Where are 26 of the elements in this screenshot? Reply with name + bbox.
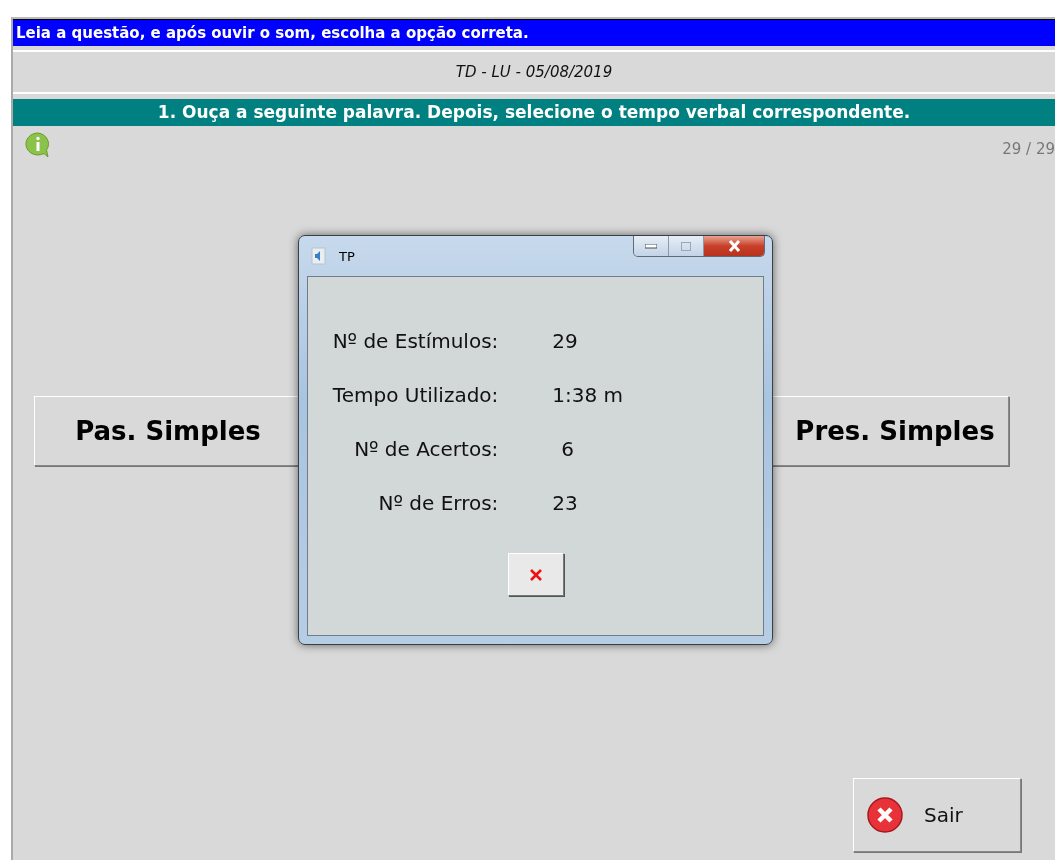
- stat-label: Nº de Erros:: [377, 491, 499, 515]
- stat-value: 23: [551, 491, 579, 515]
- stat-value: 29: [551, 329, 579, 353]
- session-label: TD - LU - 05/08/2019: [455, 63, 613, 81]
- maximize-button[interactable]: [669, 236, 704, 256]
- close-icon: [727, 240, 741, 252]
- stat-value: 6: [560, 437, 576, 461]
- close-button[interactable]: [704, 236, 764, 256]
- question-bar: 1. Ouça a seguinte palavra. Depois, selecione o tempo verbal correspondente.: [13, 99, 1055, 126]
- info-icon: [25, 132, 51, 158]
- stat-label: Nº de Acertos:: [353, 437, 499, 461]
- minimize-icon: [645, 243, 657, 249]
- question-counter: 29 / 29: [1002, 140, 1055, 158]
- answer-option[interactable]: Pres. Simples: [771, 396, 1009, 466]
- exit-button[interactable]: Sair: [853, 778, 1021, 852]
- close-icon: [528, 567, 543, 582]
- close-button[interactable]: [507, 553, 564, 596]
- window-title: TP: [339, 248, 355, 264]
- stat-label: Nº de Estímulos:: [332, 329, 499, 353]
- close-icon: [866, 796, 904, 834]
- stat-label: Tempo Utilizado:: [332, 383, 499, 407]
- stat-value: 1:38 m: [551, 383, 625, 407]
- instruction-bar: Leia a questão, e após ouvir o som, escolha a opção correta.: [13, 19, 1055, 46]
- maximize-icon: [681, 241, 691, 251]
- speaker-icon: [311, 247, 327, 265]
- minimize-button[interactable]: [634, 236, 669, 256]
